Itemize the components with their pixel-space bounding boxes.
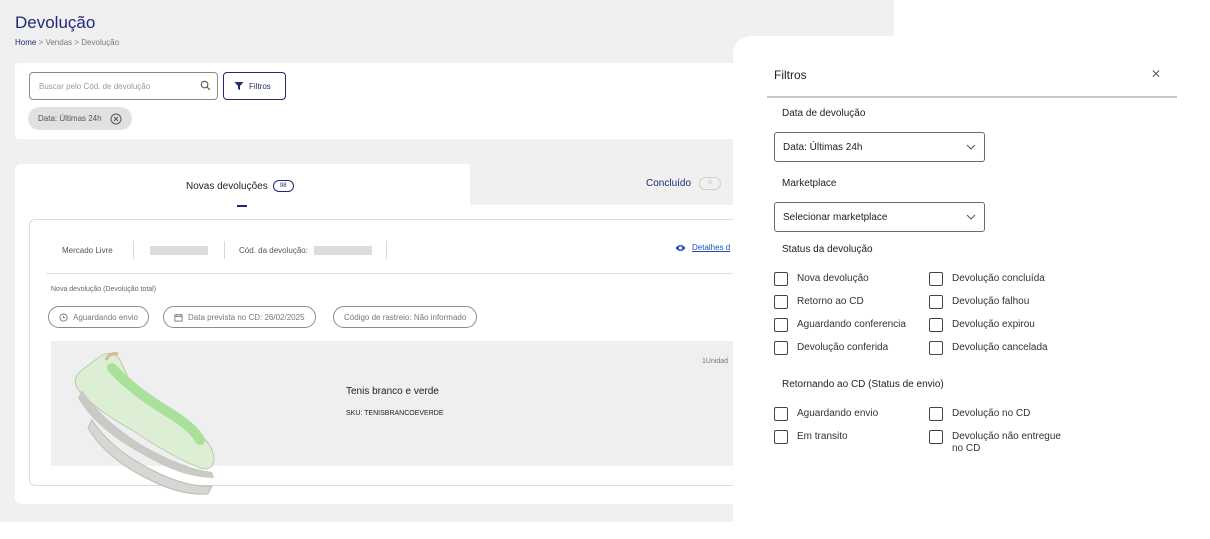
page-title: Devolução: [15, 13, 96, 32]
tab-count-badge: 98: [272, 180, 294, 192]
status-pill: Aguardando envio: [48, 306, 149, 328]
order-header: Mercado Livre Cód. da devolução:: [62, 241, 387, 259]
checkbox-status[interactable]: Devolução conferida: [774, 341, 889, 355]
checkbox-box[interactable]: [774, 341, 788, 355]
loading-placeholder: [150, 245, 208, 255]
product-quantity: 1Unidad: [702, 358, 729, 365]
return-code-label: Cód. da devolução:: [239, 245, 308, 255]
marketplace-name: Mercado Livre: [62, 245, 113, 255]
checkbox-label: Devolução falhou: [952, 296, 1030, 307]
product-name: Tenis branco e verde: [346, 386, 439, 397]
breadcrumb-home[interactable]: Home: [15, 38, 36, 47]
loading-placeholder: [313, 245, 372, 255]
checkbox-box[interactable]: [774, 272, 788, 286]
checkbox-status[interactable]: Retorno ao CD: [774, 295, 864, 309]
date-select-value: Data: Últimas 24h: [783, 141, 863, 153]
close-icon[interactable]: ✕: [1151, 67, 1161, 81]
marketplace-select[interactable]: Selecionar marketplace: [774, 202, 985, 232]
checkbox-label: Em transito: [797, 431, 848, 442]
checkbox-label: Aguardando envio: [797, 408, 879, 419]
tab-active-indicator: [237, 205, 247, 207]
chevron-down-icon: [966, 214, 976, 220]
date-select[interactable]: Data: Últimas 24h: [774, 132, 985, 162]
section-status: Status da devolução: [782, 244, 873, 255]
checkbox-box[interactable]: [929, 318, 943, 332]
checkbox-box[interactable]: [774, 407, 788, 421]
checkbox-shipping[interactable]: Em transito: [774, 430, 848, 444]
checkbox-status[interactable]: Aguardando conferencia: [774, 318, 906, 332]
checkbox-label: Devolução conferida: [797, 342, 889, 353]
checkbox-box[interactable]: [774, 295, 788, 309]
tab-label: Novas devoluções: [186, 180, 268, 192]
checkbox-status[interactable]: Devolução expirou: [929, 318, 1035, 332]
checkbox-box[interactable]: [929, 295, 943, 309]
product-image: [74, 352, 215, 495]
details-link-label: Detalhes d: [692, 243, 731, 252]
details-link[interactable]: Detalhes d: [675, 243, 730, 252]
section-shipping: Retornando ao CD (Status de envio): [782, 379, 944, 390]
checkbox-box[interactable]: [929, 341, 943, 355]
section-date: Data de devolução: [782, 108, 866, 119]
tracking-pill-label: Código de rastreio: Não informado: [344, 312, 467, 322]
search-input[interactable]: Buscar pelo Cód. de devolução: [29, 72, 218, 100]
breadcrumb-trail: > Vendas > Devolução: [36, 38, 120, 47]
checkbox-status[interactable]: Devolução concluída: [929, 272, 1045, 286]
clock-icon: [59, 312, 68, 322]
chevron-down-icon: [966, 144, 976, 150]
product-sku: SKU: TENISBRANCOEVERDE: [346, 410, 444, 417]
divider: [133, 241, 134, 259]
checkbox-shipping[interactable]: Devolução no CD: [929, 407, 1031, 421]
calendar-icon: [174, 313, 183, 322]
filters-button-label: Filtros: [249, 81, 271, 91]
eye-icon: [675, 244, 686, 251]
checkbox-status[interactable]: Devolução falhou: [929, 295, 1030, 309]
checkbox-box[interactable]: [929, 430, 943, 444]
checkbox-label: Devolução concluída: [952, 273, 1045, 284]
filters-button[interactable]: Filtros: [223, 72, 286, 100]
checkbox-status[interactable]: Devolução cancelada: [929, 341, 1048, 355]
date-pill-label: Data prevista no CD: 26/02/2025: [188, 312, 305, 322]
checkbox-status[interactable]: Nova devolução: [774, 272, 869, 286]
divider: [224, 241, 225, 259]
search-icon: [200, 80, 211, 91]
tracking-pill: Código de rastreio: Não informado: [333, 306, 478, 328]
checkbox-box[interactable]: [929, 272, 943, 286]
return-type-label: Nova devolução (Devolução total): [51, 286, 157, 293]
checkbox-label: Devolução cancelada: [952, 342, 1048, 353]
checkbox-box[interactable]: [774, 430, 788, 444]
checkbox-label: Devolução expirou: [952, 319, 1035, 330]
drawer-title: Filtros: [774, 68, 807, 82]
date-pill: Data prevista no CD: 26/02/2025: [163, 306, 316, 328]
checkbox-label: Nova devolução: [797, 273, 869, 284]
checkbox-label: Retorno ao CD: [797, 296, 864, 307]
status-pill-label: Aguardando envio: [73, 312, 138, 322]
checkbox-label: Devolução no CD: [952, 408, 1031, 419]
search-placeholder: Buscar pelo Cód. de devolução: [39, 82, 151, 91]
divider: [767, 96, 1177, 98]
breadcrumb: Home > Vendas > Devolução: [15, 38, 119, 47]
tab-novas-devolucoes[interactable]: Novas devoluções 98: [186, 180, 294, 192]
tab-count-badge: 0: [699, 177, 722, 190]
checkbox-label: Aguardando conferencia: [797, 319, 906, 330]
tab-concluido[interactable]: Concluído 0: [646, 177, 722, 190]
checkbox-box[interactable]: [774, 318, 788, 332]
chip-remove-icon[interactable]: [110, 113, 122, 125]
tab-label: Concluído: [646, 178, 692, 189]
checkbox-shipping[interactable]: Devolução não entregue no CD: [929, 430, 1064, 455]
divider: [385, 241, 387, 259]
section-marketplace: Marketplace: [782, 178, 837, 189]
checkbox-box[interactable]: [929, 407, 943, 421]
checkbox-shipping[interactable]: Aguardando envio: [774, 407, 879, 421]
checkbox-label: Devolução não entregue no CD: [952, 431, 1061, 454]
filter-icon: [234, 82, 244, 90]
chip-label: Data: Últimas 24h: [38, 114, 102, 123]
active-filter-chip: Data: Últimas 24h: [28, 107, 132, 130]
filters-drawer: Filtros ✕ Data de devolução Data: Última…: [733, 36, 1210, 539]
marketplace-select-value: Selecionar marketplace: [783, 211, 888, 223]
